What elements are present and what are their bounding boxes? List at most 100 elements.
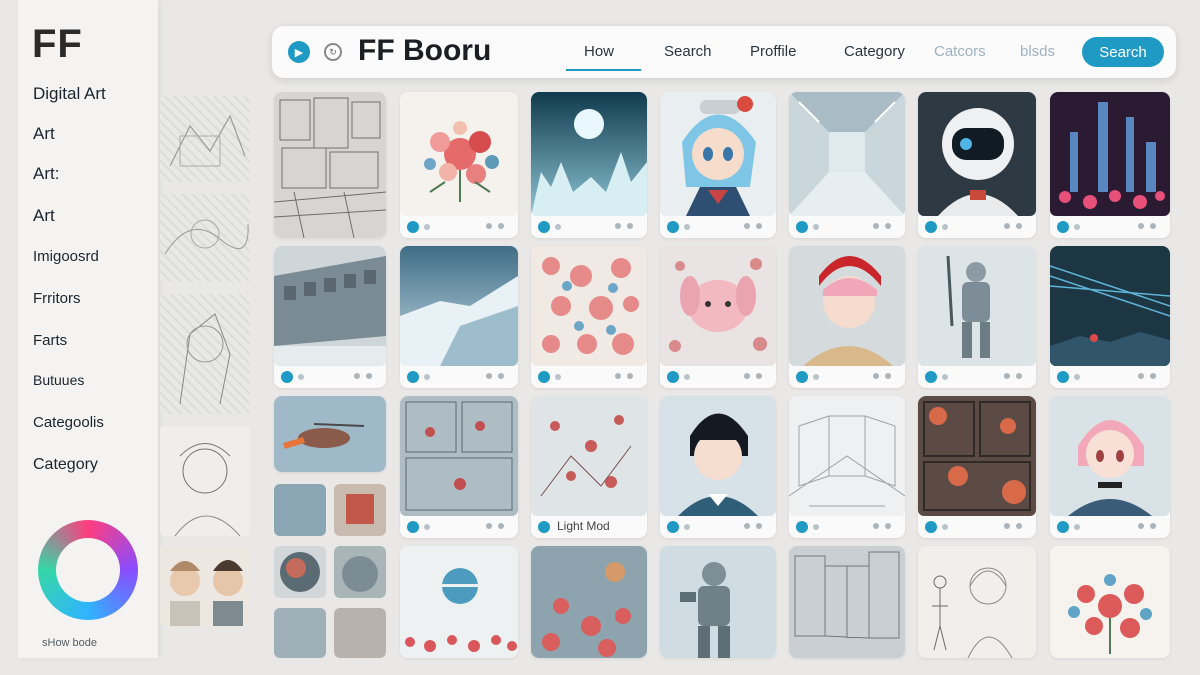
user-avatar-icon[interactable] (925, 521, 937, 533)
user-avatar-icon[interactable] (925, 371, 937, 383)
image-tile[interactable] (789, 546, 905, 658)
image-tile[interactable] (789, 246, 905, 388)
user-avatar-icon[interactable] (538, 371, 550, 383)
thumbnail-image (660, 546, 776, 658)
thumbnail-image (531, 92, 647, 216)
image-tile[interactable] (918, 396, 1036, 538)
sidebar-item-imigoosrd[interactable]: Imigoosrd (33, 248, 99, 265)
nav-link-catcors[interactable]: Catcors (934, 43, 986, 60)
small-thumbnail[interactable] (274, 484, 326, 536)
user-avatar-icon[interactable] (407, 371, 419, 383)
sketch-thumbnail[interactable] (160, 194, 250, 282)
user-avatar-icon[interactable] (667, 221, 679, 233)
tile-footer (789, 516, 905, 538)
stats-icon (486, 372, 508, 380)
search-button[interactable]: Search (1082, 37, 1164, 67)
sidebar-item-art[interactable]: Art (33, 124, 55, 144)
tile-footer (400, 366, 518, 388)
tile-footer (660, 366, 776, 388)
image-tile[interactable] (274, 246, 386, 388)
user-avatar-icon[interactable] (925, 221, 937, 233)
image-tile[interactable] (531, 546, 647, 658)
image-tile[interactable] (400, 396, 518, 538)
image-tile[interactable] (1050, 246, 1170, 388)
sketch-thumbnail[interactable] (160, 294, 250, 414)
stats-icon (1004, 372, 1026, 380)
nav-link-search[interactable]: Search (664, 43, 712, 60)
image-tile[interactable] (789, 396, 905, 538)
brand-title: FF Booru (358, 34, 492, 67)
image-tile[interactable] (660, 396, 776, 538)
sidebar-item-category[interactable]: Category (33, 456, 98, 474)
sketch-thumbnail[interactable] (160, 546, 250, 626)
small-thumbnail[interactable] (334, 608, 386, 658)
thumbnail-image (531, 546, 647, 658)
image-tile[interactable] (1050, 92, 1170, 238)
small-thumbnail[interactable] (334, 546, 386, 598)
user-avatar-icon[interactable] (281, 371, 293, 383)
user-avatar-icon[interactable] (796, 521, 808, 533)
user-avatar-icon[interactable] (538, 221, 550, 233)
image-tile[interactable] (400, 246, 518, 388)
image-tile[interactable] (400, 546, 518, 658)
app-icon[interactable]: ▶ (288, 41, 310, 63)
image-tile[interactable] (531, 246, 647, 388)
image-tile[interactable] (660, 246, 776, 388)
thumbnail-image (660, 396, 776, 516)
thumbnail-image (789, 396, 905, 516)
user-avatar-icon[interactable] (796, 221, 808, 233)
thumbnail-image (660, 92, 776, 216)
nav-link-profile[interactable]: Proffile (750, 43, 796, 60)
image-tile[interactable] (1050, 396, 1170, 538)
light-mode-caption: Light Mod (557, 519, 610, 533)
sketch-thumbnail[interactable] (160, 96, 250, 182)
user-avatar-icon[interactable] (667, 371, 679, 383)
user-avatar-icon[interactable] (1057, 521, 1069, 533)
thumbnail-image (918, 546, 1036, 658)
image-tile[interactable] (531, 92, 647, 238)
image-tile[interactable] (918, 546, 1036, 658)
sidebar-item-categoolis[interactable]: Categoolis (33, 414, 104, 431)
user-avatar-icon[interactable] (407, 221, 419, 233)
sidebar-item-butuues[interactable]: Butuues (33, 372, 84, 388)
image-tile[interactable] (918, 92, 1036, 238)
sidebar-item-art-3[interactable]: Art (33, 206, 55, 226)
image-tile[interactable] (789, 92, 905, 238)
thumbnail-image (918, 396, 1036, 516)
user-avatar-icon[interactable] (1057, 221, 1069, 233)
sidebar-item-art-2[interactable]: Art: (33, 164, 59, 184)
stats-icon (873, 522, 895, 530)
small-thumbnail[interactable] (334, 484, 386, 536)
tile-footer (1050, 516, 1170, 538)
image-tile[interactable] (660, 546, 776, 658)
sidebar-item-frritors[interactable]: Frritors (33, 290, 81, 307)
user-avatar-icon[interactable] (1057, 371, 1069, 383)
mode-toggle-label[interactable]: sHow bode (42, 637, 97, 649)
nav-link-how[interactable]: How (584, 43, 614, 60)
image-tile[interactable] (660, 92, 776, 238)
tile-footer (918, 216, 1036, 238)
thumbnail-image (1050, 546, 1170, 658)
image-tile[interactable] (274, 396, 386, 472)
image-tile[interactable] (274, 92, 386, 238)
user-avatar-icon[interactable] (538, 521, 550, 533)
tile-footer (918, 516, 1036, 538)
user-avatar-icon[interactable] (407, 521, 419, 533)
sidebar-item-digital-art[interactable]: Digital Art (33, 84, 106, 104)
sketch-thumbnail[interactable] (160, 426, 250, 536)
image-tile[interactable] (1050, 546, 1170, 658)
sidebar-item-farts[interactable]: Farts (33, 332, 67, 349)
thumbnail-image (531, 396, 647, 516)
small-thumbnail[interactable] (274, 546, 326, 598)
small-thumbnail[interactable] (274, 608, 326, 658)
nav-link-blsds[interactable]: blsds (1020, 43, 1055, 60)
theme-color-wheel-icon[interactable] (38, 520, 138, 620)
tile-footer (1050, 366, 1170, 388)
user-avatar-icon[interactable] (796, 371, 808, 383)
image-tile[interactable] (918, 246, 1036, 388)
image-tile[interactable] (400, 92, 518, 238)
user-avatar-icon[interactable] (667, 521, 679, 533)
image-tile[interactable]: Light Mod (531, 396, 647, 538)
nav-link-category[interactable]: Category (844, 43, 905, 60)
refresh-icon[interactable]: ↻ (324, 43, 342, 61)
